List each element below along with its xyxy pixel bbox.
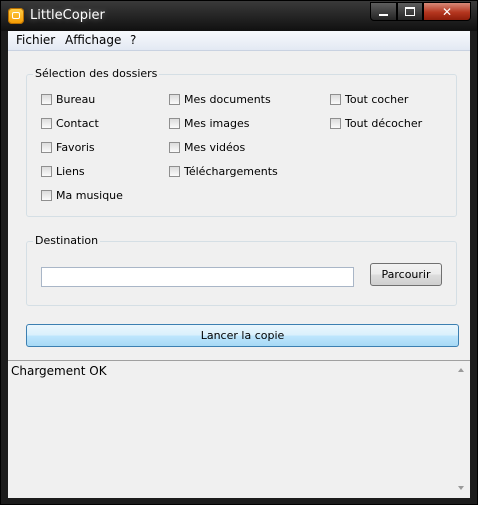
log-text: Chargement OK <box>11 364 107 378</box>
checkbox-box <box>169 166 180 177</box>
title-bar[interactable]: LittleCopier ✕ <box>1 1 477 31</box>
checkbox-box <box>169 118 180 129</box>
checkbox-tout-decocher[interactable]: Tout décocher <box>330 117 422 130</box>
app-icon <box>8 8 24 24</box>
checkbox-liens[interactable]: Liens <box>41 165 85 178</box>
checkbox-box <box>41 142 52 153</box>
checkbox-mes-images[interactable]: Mes images <box>169 117 249 130</box>
checkbox-favoris[interactable]: Favoris <box>41 141 95 154</box>
folders-group-title: Sélection des dossiers <box>33 67 160 80</box>
maximize-icon <box>405 7 415 16</box>
checkbox-tout-cocher[interactable]: Tout cocher <box>330 93 408 106</box>
scroll-down-icon[interactable] <box>458 486 464 490</box>
minimize-icon <box>379 13 388 16</box>
app-window: LittleCopier ✕ Fichier Affichage ? Sélec… <box>0 0 478 505</box>
menu-bar: Fichier Affichage ? <box>8 31 470 51</box>
checkbox-box <box>41 94 52 105</box>
checkbox-box <box>330 118 341 129</box>
log-scrollbar[interactable] <box>453 361 470 497</box>
menu-affichage[interactable]: Affichage <box>65 33 121 47</box>
checkbox-box <box>41 166 52 177</box>
window-title: LittleCopier <box>30 8 105 23</box>
menu-fichier[interactable]: Fichier <box>16 33 55 47</box>
checkbox-mes-documents[interactable]: Mes documents <box>169 93 271 106</box>
checkbox-contact[interactable]: Contact <box>41 117 99 130</box>
checkbox-telechargements[interactable]: Téléchargements <box>169 165 278 178</box>
scroll-up-icon[interactable] <box>458 368 464 372</box>
checkbox-mes-videos[interactable]: Mes vidéos <box>169 141 245 154</box>
menu-help[interactable]: ? <box>130 33 136 47</box>
checkbox-box <box>330 94 341 105</box>
checkbox-box <box>169 94 180 105</box>
checkbox-box <box>41 118 52 129</box>
minimize-button[interactable] <box>370 2 397 21</box>
close-button[interactable]: ✕ <box>423 2 471 21</box>
browse-button[interactable]: Parcourir <box>370 263 442 286</box>
destination-path-input[interactable] <box>41 267 354 287</box>
log-textarea[interactable]: Chargement OK <box>8 360 470 498</box>
checkbox-box <box>169 142 180 153</box>
client-area: Fichier Affichage ? Sélection des dossie… <box>8 31 470 498</box>
launch-copy-button[interactable]: Lancer la copie <box>26 324 459 347</box>
checkbox-box <box>41 190 52 201</box>
destination-group-title: Destination <box>33 234 101 247</box>
maximize-button[interactable] <box>397 2 423 21</box>
checkbox-bureau[interactable]: Bureau <box>41 93 95 106</box>
close-icon: ✕ <box>441 4 453 19</box>
checkbox-ma-musique[interactable]: Ma musique <box>41 189 123 202</box>
